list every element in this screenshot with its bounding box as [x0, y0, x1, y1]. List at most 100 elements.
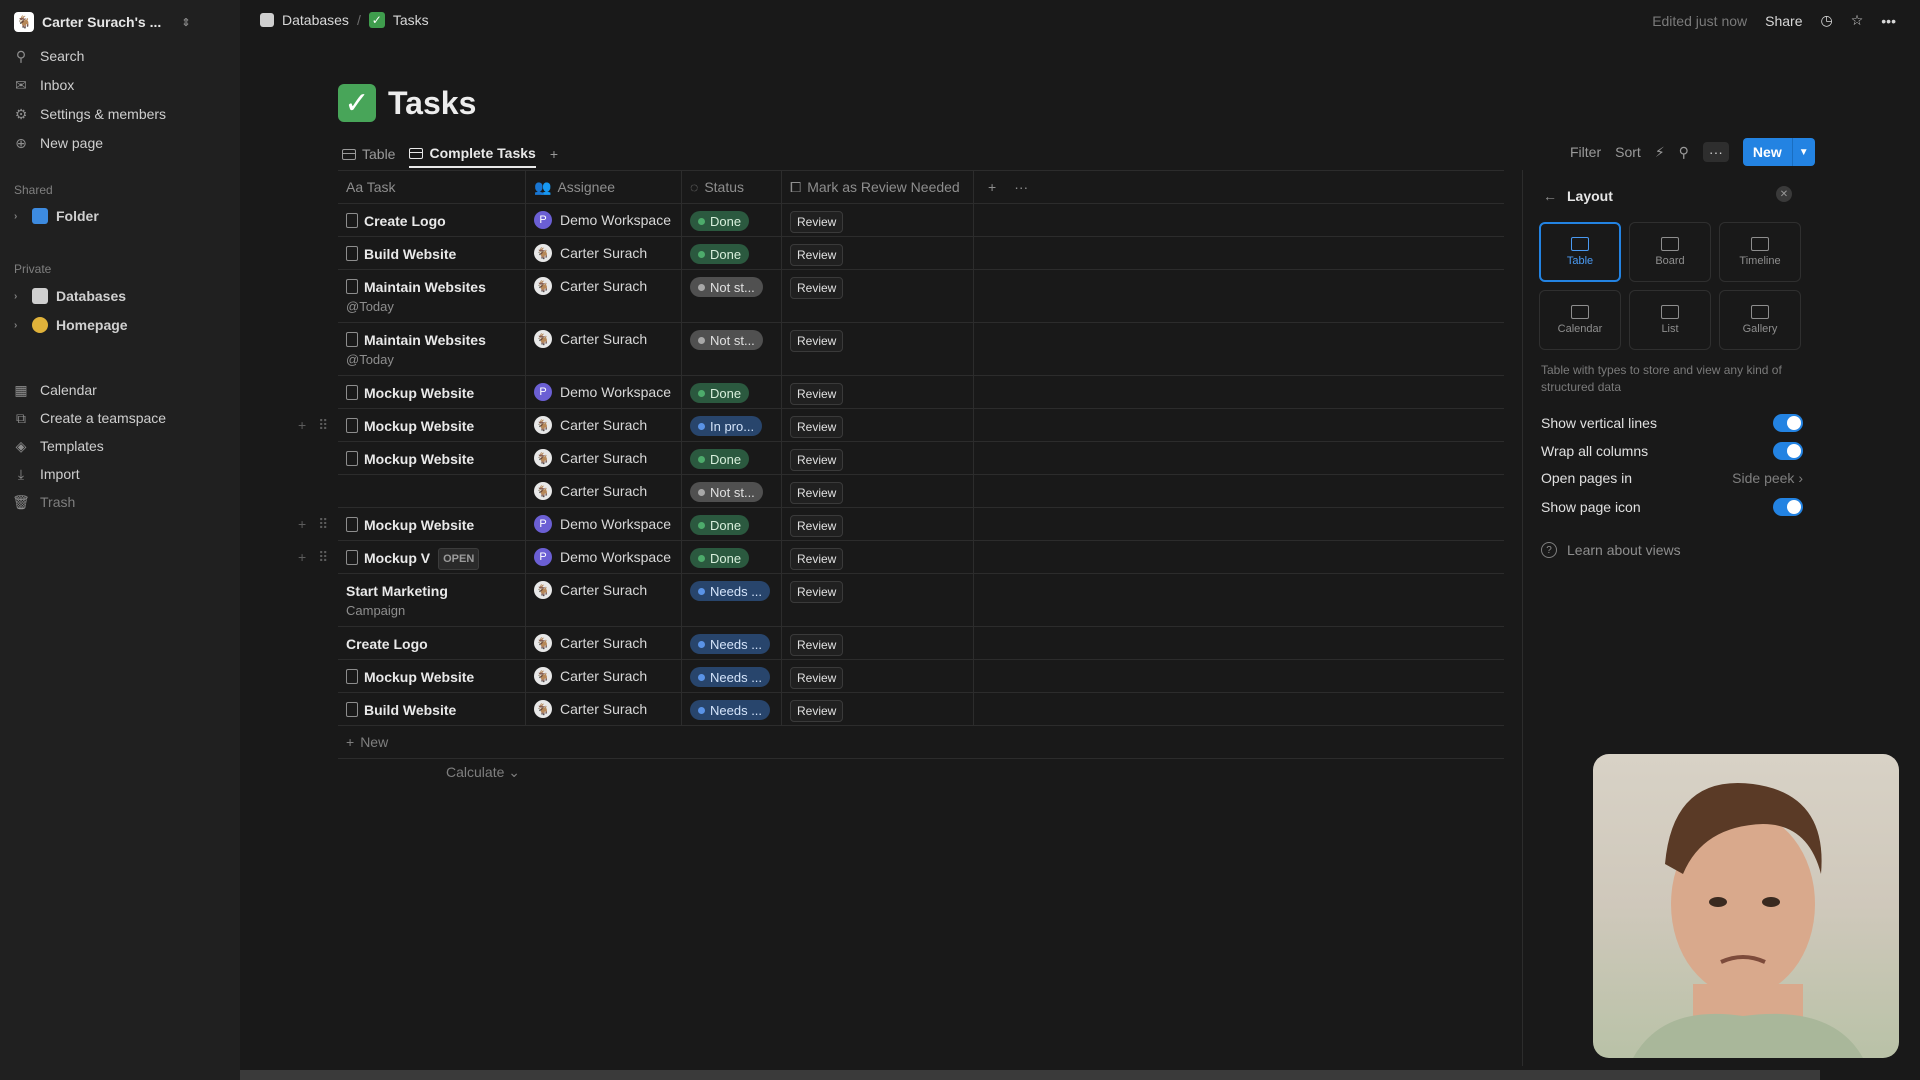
star-icon[interactable]: ☆	[1851, 12, 1864, 29]
table-row[interactable]: Maintain Websites @Today 🐐 Carter Surach …	[338, 323, 1504, 376]
status-cell[interactable]: Not st...	[682, 323, 782, 375]
chevron-down-icon[interactable]: ▼	[1791, 138, 1815, 166]
more-icon[interactable]: ···	[1014, 179, 1028, 195]
row-drag-handle-icon[interactable]: + ⠿	[298, 549, 332, 566]
layout-option-gallery[interactable]: Gallery	[1719, 290, 1801, 350]
wrap-columns-toggle[interactable]	[1773, 442, 1803, 460]
table-row[interactable]: Mockup Website 🐐 Carter Surach Needs ... …	[338, 660, 1504, 693]
review-button[interactable]: Review	[790, 449, 844, 471]
more-options-button[interactable]: ···	[1702, 142, 1729, 162]
status-cell[interactable]: Done	[682, 541, 782, 573]
column-assignee[interactable]: 👥 Assignee	[526, 171, 682, 203]
review-button[interactable]: Review	[790, 416, 844, 438]
page-checkbox-icon[interactable]: ✓	[338, 84, 376, 122]
review-button[interactable]: Review	[790, 277, 844, 299]
assignee-cell[interactable]: P Demo Workspace	[526, 204, 682, 236]
filter-button[interactable]: Filter	[1570, 144, 1601, 160]
assignee-cell[interactable]: 🐐 Carter Surach	[526, 574, 682, 626]
assignee-cell[interactable]: 🐐 Carter Surach	[526, 627, 682, 659]
table-row[interactable]: Create Logo 🐐 Carter Surach Needs ... Rev…	[338, 627, 1504, 660]
sidebar-item-homepage[interactable]: › Homepage	[14, 317, 128, 333]
task-name[interactable]: Maintain Websites @Today	[346, 277, 486, 317]
task-cell[interactable]: Create Logo	[338, 627, 526, 659]
sidebar-item-folder[interactable]: › Folder	[14, 208, 99, 224]
assignee-cell[interactable]: 🐐 Carter Surach	[526, 693, 682, 725]
task-name[interactable]: Mockup Website	[346, 383, 474, 403]
assignee-cell[interactable]: 🐐 Carter Surach	[526, 409, 682, 441]
sidebar-item-inbox[interactable]: ✉ Inbox	[12, 73, 74, 97]
history-icon[interactable]: ◷	[1821, 12, 1833, 29]
status-cell[interactable]: Done	[682, 508, 782, 540]
sidebar-item-settings[interactable]: ⚙ Settings & members	[12, 102, 166, 126]
horizontal-scrollbar[interactable]	[240, 1070, 1820, 1080]
automation-icon[interactable]: ⚡	[1655, 144, 1665, 161]
new-button[interactable]: New ▼	[1742, 138, 1815, 166]
review-button[interactable]: Review	[790, 515, 844, 537]
open-button[interactable]: OPEN	[438, 548, 480, 570]
sidebar-item-templates[interactable]: ◈ Templates	[12, 434, 104, 458]
sidebar-item-trash[interactable]: 🗑 Trash	[12, 490, 75, 514]
table-row[interactable]: + ⠿ Mockup Website P Demo Workspace Done …	[298, 508, 1504, 541]
task-cell[interactable]: Build Website	[338, 693, 526, 725]
row-drag-handle-icon[interactable]: + ⠿	[298, 417, 332, 434]
review-button[interactable]: Review	[790, 548, 844, 570]
assignee-cell[interactable]: 🐐 Carter Surach	[526, 442, 682, 474]
table-row[interactable]: Mockup Website 🐐 Carter Surach Done Revie…	[338, 442, 1504, 475]
breadcrumb-databases[interactable]: Databases	[282, 12, 349, 28]
task-name[interactable]: Build Website	[346, 700, 456, 720]
assignee-cell[interactable]: 🐐 Carter Surach	[526, 323, 682, 375]
review-button[interactable]: Review	[790, 330, 844, 352]
task-cell[interactable]: Start Marketing Campaign	[338, 574, 526, 626]
close-icon[interactable]: ✕	[1776, 186, 1792, 202]
status-cell[interactable]: Done	[682, 442, 782, 474]
task-name[interactable]: Mockup V OPEN	[346, 548, 480, 570]
task-name[interactable]: Mockup Website	[346, 416, 474, 436]
table-row[interactable]: 🐐 Carter Surach Not st... Review	[338, 475, 1504, 508]
back-arrow-icon[interactable]: ←	[1543, 188, 1557, 204]
status-cell[interactable]: Not st...	[682, 475, 782, 507]
assignee-cell[interactable]: P Demo Workspace	[526, 376, 682, 408]
page-title[interactable]: Tasks	[388, 85, 476, 122]
assignee-cell[interactable]: 🐐 Carter Surach	[526, 237, 682, 269]
sidebar-item-search[interactable]: ⚲ Search	[12, 44, 85, 68]
more-icon[interactable]: •••	[1881, 13, 1896, 29]
assignee-cell[interactable]: 🐐 Carter Surach	[526, 270, 682, 322]
review-button[interactable]: Review	[790, 482, 844, 504]
table-row[interactable]: Create Logo P Demo Workspace Done Review	[338, 204, 1504, 237]
layout-option-calendar[interactable]: Calendar	[1539, 290, 1621, 350]
task-name[interactable]: Mockup Website	[346, 515, 474, 535]
status-cell[interactable]: Needs ...	[682, 627, 782, 659]
layout-option-table[interactable]: Table	[1539, 222, 1621, 282]
review-button[interactable]: Review	[790, 667, 844, 689]
review-button[interactable]: Review	[790, 211, 844, 233]
calculate-button[interactable]: Calculate ⌄	[446, 764, 520, 781]
tab-table[interactable]: Table	[342, 140, 395, 168]
status-cell[interactable]: Done	[682, 204, 782, 236]
assignee-cell[interactable]: P Demo Workspace	[526, 508, 682, 540]
layout-option-list[interactable]: List	[1629, 290, 1711, 350]
table-row[interactable]: Build Website 🐐 Carter Surach Needs ... R…	[338, 693, 1504, 726]
review-button[interactable]: Review	[790, 244, 844, 266]
task-name[interactable]: Build Website	[346, 244, 456, 264]
page-icon-toggle[interactable]	[1773, 498, 1803, 516]
status-cell[interactable]: Not st...	[682, 270, 782, 322]
task-cell[interactable]: Mockup Website	[338, 660, 526, 692]
layout-option-board[interactable]: Board	[1629, 222, 1711, 282]
table-row[interactable]: + ⠿ Mockup Website 🐐 Carter Surach In pro…	[298, 409, 1504, 442]
table-row[interactable]: + ⠿ Mockup V OPEN P Demo Workspace Done Re…	[298, 541, 1504, 574]
assignee-cell[interactable]: 🐐 Carter Surach	[526, 660, 682, 692]
new-row-button[interactable]: + New	[338, 726, 1504, 759]
review-button[interactable]: Review	[790, 383, 844, 405]
learn-about-views-link[interactable]: ? Learn about views	[1541, 542, 1681, 558]
task-name[interactable]: Create Logo	[346, 634, 428, 654]
table-row[interactable]: Start Marketing Campaign 🐐 Carter Surach …	[338, 574, 1504, 627]
task-cell[interactable]: Mockup Website	[338, 409, 526, 441]
task-name[interactable]: Start Marketing Campaign	[346, 581, 448, 621]
table-row[interactable]: Mockup Website P Demo Workspace Done Revi…	[338, 376, 1504, 409]
task-cell[interactable]: Maintain Websites @Today	[338, 270, 526, 322]
task-cell[interactable]: Mockup Website	[338, 376, 526, 408]
status-cell[interactable]: Done	[682, 376, 782, 408]
task-cell[interactable]: Build Website	[338, 237, 526, 269]
task-cell[interactable]: Mockup V OPEN	[338, 541, 526, 573]
column-review[interactable]: ⧠ Mark as Review Needed	[782, 171, 974, 203]
